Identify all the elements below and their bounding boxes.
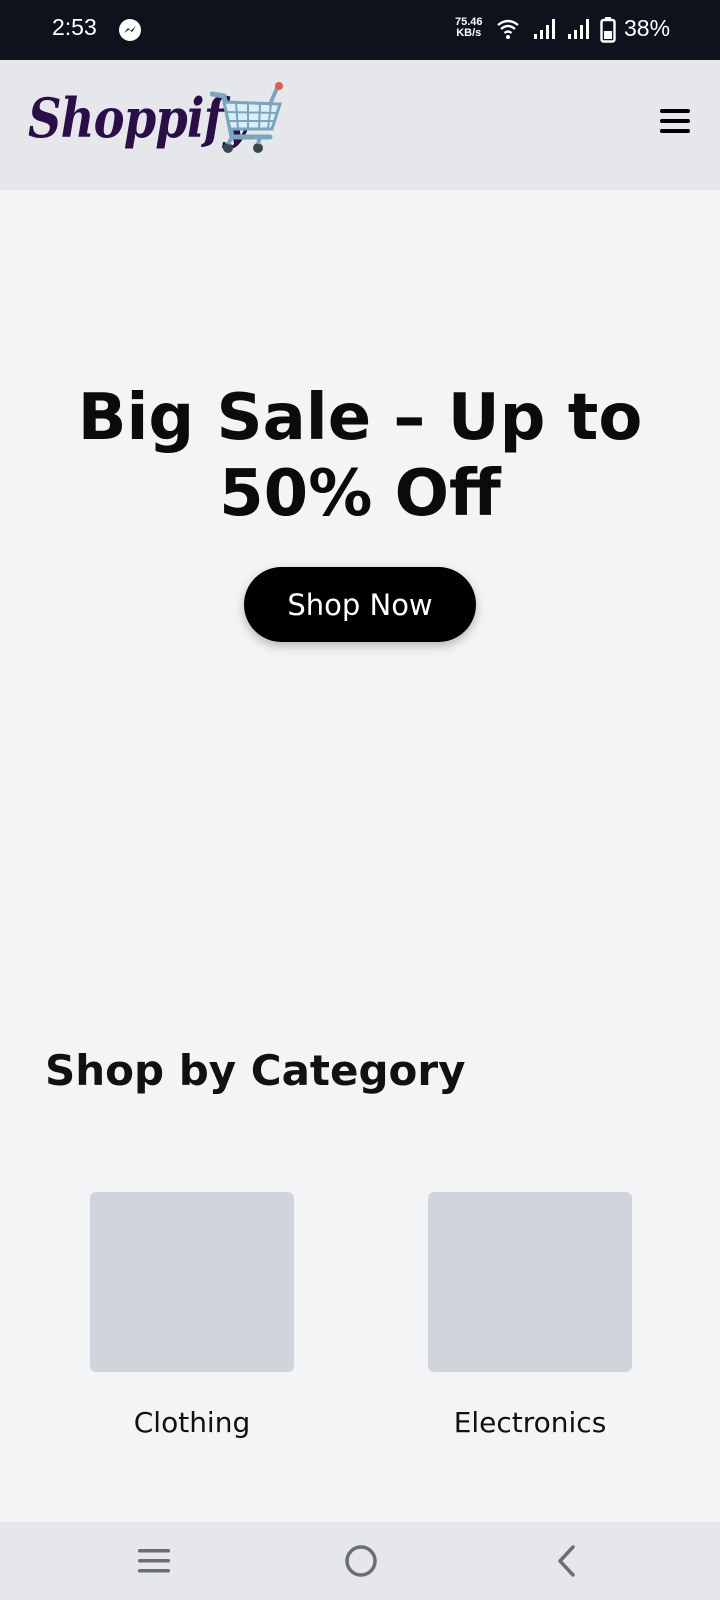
wifi-icon bbox=[497, 19, 519, 39]
speed-unit: KB/s bbox=[456, 27, 482, 39]
category-image[interactable] bbox=[90, 1192, 294, 1372]
category-label[interactable]: Clothing bbox=[90, 1406, 294, 1439]
status-time: 2:53 bbox=[52, 14, 97, 40]
category-image[interactable] bbox=[428, 1192, 632, 1372]
recents-icon[interactable] bbox=[137, 1547, 171, 1575]
status-bar: 2:53 75.46 KB/s 38% bbox=[0, 0, 720, 60]
shopping-cart-icon bbox=[210, 82, 283, 153]
hamburger-menu-icon[interactable] bbox=[656, 106, 696, 138]
network-speed: 75.46 KB/s bbox=[455, 17, 483, 39]
messenger-icon bbox=[119, 19, 141, 41]
hero-title: Big Sale – Up to 50% Off bbox=[77, 381, 643, 531]
back-icon[interactable] bbox=[553, 1544, 581, 1578]
signal-icon bbox=[568, 19, 589, 39]
category-card-electronics[interactable]: Electronics bbox=[428, 1192, 632, 1439]
section-title: Shop by Category bbox=[45, 1046, 466, 1095]
battery-percent: 38% bbox=[624, 15, 671, 41]
shop-now-button[interactable]: Shop Now bbox=[244, 567, 476, 642]
battery-icon bbox=[600, 17, 616, 43]
category-card-clothing[interactable]: Clothing bbox=[90, 1192, 294, 1439]
signal-icon bbox=[534, 19, 555, 39]
category-label[interactable]: Electronics bbox=[428, 1406, 632, 1439]
home-icon[interactable] bbox=[344, 1544, 378, 1578]
